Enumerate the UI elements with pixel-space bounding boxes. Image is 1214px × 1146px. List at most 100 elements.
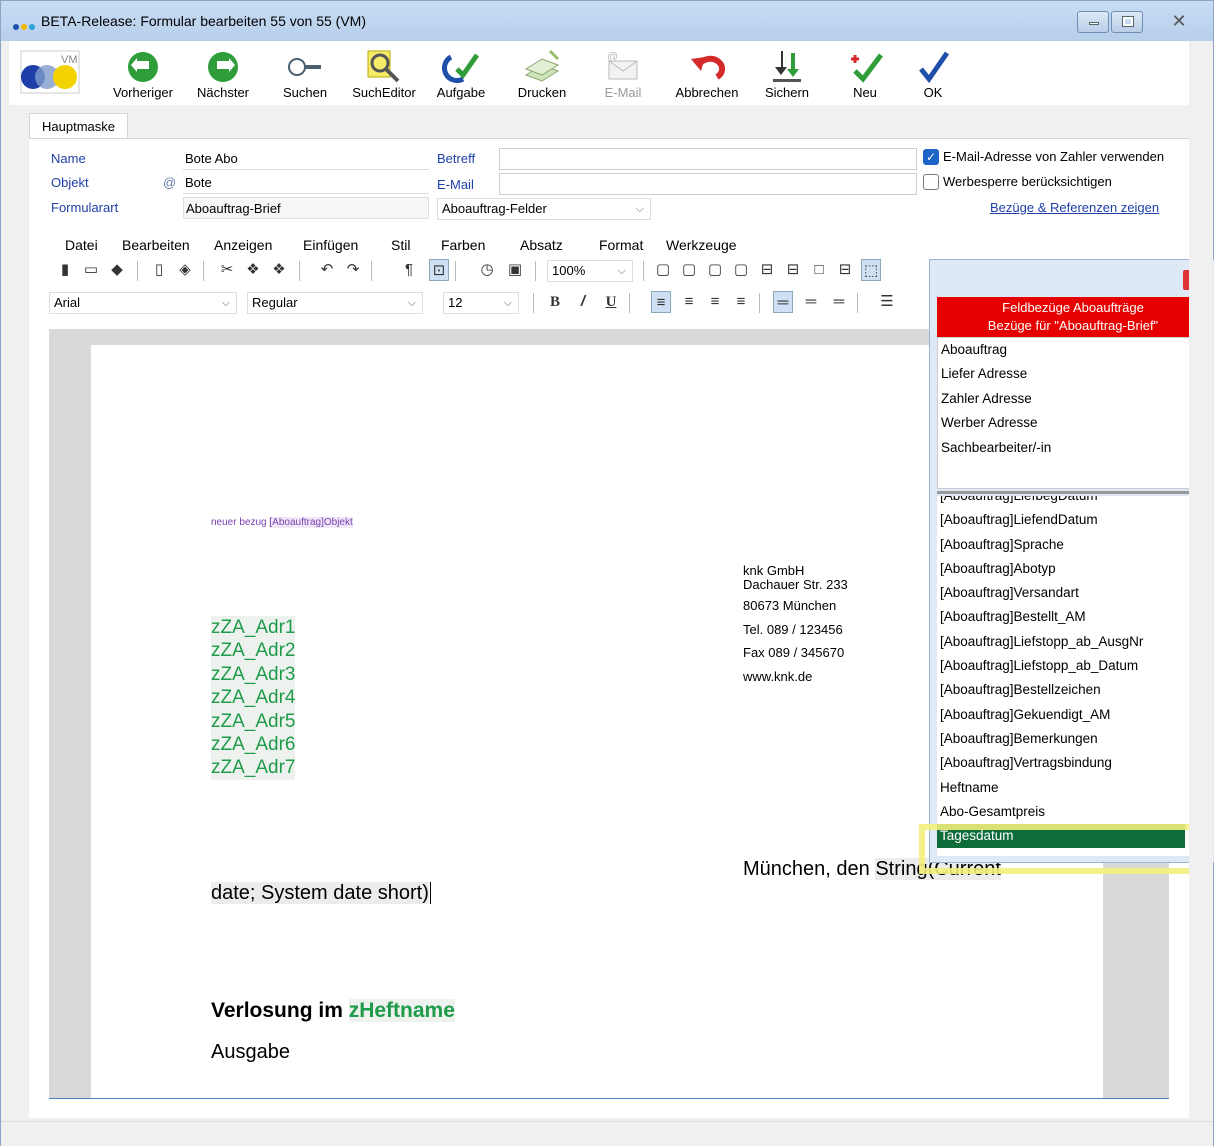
border-inner-h-icon[interactable]: ⊟ <box>757 259 777 281</box>
border-bottom-icon[interactable]: ▢ <box>731 259 751 281</box>
use-payer-email-checkbox[interactable]: ✓ <box>923 149 939 165</box>
menu-stil[interactable]: Stil <box>391 237 410 253</box>
new-doc-icon[interactable]: ▮ <box>55 259 75 281</box>
border-grid-icon[interactable]: ⊟ <box>835 259 855 281</box>
field-marker-icon[interactable]: ⊡ <box>429 259 449 281</box>
align-left-icon[interactable]: ≡ <box>651 291 671 313</box>
list-item[interactable]: [Aboauftrag]Abotyp <box>937 557 1209 581</box>
border-top-icon[interactable]: ▢ <box>679 259 699 281</box>
object-field[interactable]: Bote <box>183 172 429 194</box>
list-item[interactable]: [Aboauftrag]Liefstopp_ab_Datum <box>937 654 1209 678</box>
date-field-cont[interactable]: date; System date short) <box>211 882 429 904</box>
border-right-icon[interactable]: ▢ <box>705 259 725 281</box>
border-mid-icon[interactable]: ⊟ <box>783 259 803 281</box>
new-ref-tag[interactable]: [Aboauftrag]Objekt <box>269 517 353 528</box>
list-item[interactable]: [Aboauftrag]LiefendDatum <box>937 508 1209 532</box>
next-button[interactable]: Nächster <box>187 41 259 105</box>
border-left-icon[interactable]: ▢ <box>653 259 673 281</box>
address-field[interactable]: zZA_Adr6 <box>211 733 296 757</box>
list-item[interactable]: [Aboauftrag]Versandart <box>937 581 1209 605</box>
list-item[interactable]: Aboauftrag <box>938 338 1208 362</box>
subject-field[interactable] <box>499 148 917 170</box>
zoom-select[interactable]: 100% ⌵ <box>547 260 633 282</box>
refs-link[interactable]: Bezüge & Referenzen zeigen <box>990 200 1159 215</box>
list-item[interactable]: Werber Adresse <box>938 411 1208 435</box>
splitter[interactable] <box>937 491 1209 494</box>
list-item[interactable]: [Aboauftrag]LiefbegDatum <box>937 496 1209 508</box>
ad-block-checkbox[interactable] <box>923 174 939 190</box>
print-preview-icon[interactable]: ▯ <box>149 259 169 281</box>
close-icon[interactable]: ✕ <box>1159 11 1199 33</box>
pilcrow-icon[interactable]: ¶ <box>399 259 419 281</box>
search-editor-button[interactable]: SuchEditor <box>343 41 425 105</box>
ok-button[interactable]: OK <box>909 41 957 105</box>
menu-bearbeiten[interactable]: Bearbeiten <box>122 237 190 253</box>
list-item[interactable]: Liefer Adresse <box>938 362 1208 386</box>
menu-datei[interactable]: Datei <box>65 237 98 253</box>
style-select[interactable]: Regular ⌵ <box>247 292 423 314</box>
undo-icon[interactable]: ↶ <box>317 259 337 281</box>
heading-field[interactable]: zHeftname <box>348 999 455 1022</box>
tab-hauptmaske[interactable]: Hauptmaske <box>29 113 128 139</box>
maximize-button[interactable] <box>1111 11 1143 33</box>
list-item[interactable]: Abo-Gesamtpreis <box>937 800 1209 824</box>
address-field[interactable]: zZA_Adr5 <box>211 709 296 734</box>
paste-icon[interactable]: ❖ <box>269 259 289 281</box>
vm-logo[interactable]: VM <box>17 41 87 105</box>
minimize-button[interactable] <box>1077 11 1109 33</box>
valign-bottom-icon[interactable]: ═ <box>829 291 849 313</box>
previous-button[interactable]: Vorheriger <box>105 41 181 105</box>
address-field[interactable]: zZA_Adr1 <box>211 616 296 640</box>
name-field[interactable]: Bote Abo <box>183 148 429 170</box>
font-select[interactable]: Arial ⌵ <box>49 292 237 314</box>
border-all-icon[interactable]: □ <box>809 259 829 281</box>
address-field[interactable]: zZA_Adr2 <box>211 639 296 663</box>
copy-icon[interactable]: ❖ <box>243 259 263 281</box>
new-button[interactable]: Neu <box>837 41 893 105</box>
menu-werkzeuge[interactable]: Werkzeuge <box>666 237 737 253</box>
save-disk-icon[interactable]: ◆ <box>107 259 127 281</box>
menu-absatz[interactable]: Absatz <box>520 237 563 253</box>
list-item[interactable]: Zahler Adresse <box>938 387 1208 411</box>
print-button[interactable]: Drucken <box>507 41 577 105</box>
email-field[interactable] <box>499 173 917 195</box>
menu-farben[interactable]: Farben <box>441 237 485 253</box>
address-field[interactable]: zZA_Adr3 <box>211 662 296 687</box>
printer-icon[interactable]: ◈ <box>175 259 195 281</box>
calendar-icon[interactable]: ▣ <box>505 259 525 281</box>
list-item[interactable]: [Aboauftrag]Gekuendigt_AM <box>937 703 1209 727</box>
list-item[interactable]: [Aboauftrag]Bestellt_AM <box>937 605 1209 629</box>
list-item[interactable]: [Aboauftrag]Bemerkungen <box>937 727 1209 751</box>
save-button[interactable]: Sichern <box>757 41 817 105</box>
list-item[interactable]: Sachbearbeiter/-in <box>938 436 1208 460</box>
list-item[interactable]: [Aboauftrag]Bestellzeichen <box>937 678 1209 702</box>
valign-middle-icon[interactable]: ═ <box>801 291 821 313</box>
horizontal-scrollbar[interactable] <box>1 1121 1213 1146</box>
list-item[interactable]: [Aboauftrag]Sprache <box>937 533 1209 557</box>
align-center-icon[interactable]: ≡ <box>679 291 699 313</box>
valign-top-icon[interactable]: ═ <box>773 291 793 313</box>
border-none-icon[interactable]: ⬚ <box>861 259 881 281</box>
align-justify-icon[interactable]: ≡ <box>731 291 751 313</box>
fields-select[interactable]: Aboauftrag-Felder ⌵ <box>437 198 651 220</box>
align-right-icon[interactable]: ≡ <box>705 291 725 313</box>
list-icon[interactable]: ☰ <box>877 291 897 313</box>
clock-icon[interactable]: ◷ <box>477 259 497 281</box>
menu-format[interactable]: Format <box>599 237 643 253</box>
open-folder-icon[interactable]: ▭ <box>81 259 101 281</box>
address-field[interactable]: zZA_Adr7 <box>211 756 296 780</box>
italic-icon[interactable]: / <box>573 291 593 313</box>
address-field[interactable]: zZA_Adr4 <box>211 686 296 710</box>
email-button[interactable]: @ E-Mail <box>591 41 655 105</box>
list-item[interactable]: Heftname <box>937 776 1209 800</box>
cut-icon[interactable]: ✂ <box>217 259 237 281</box>
cancel-button[interactable]: Abbrechen <box>671 41 743 105</box>
menu-einfuegen[interactable]: Einfügen <box>303 237 358 253</box>
underline-icon[interactable]: U <box>601 291 621 313</box>
redo-icon[interactable]: ↷ <box>343 259 363 281</box>
menu-anzeigen[interactable]: Anzeigen <box>214 237 272 253</box>
bold-icon[interactable]: B <box>545 291 565 313</box>
list-item[interactable]: [Aboauftrag]Vertragsbindung <box>937 751 1209 775</box>
list-item[interactable]: [Aboauftrag]Liefstopp_ab_AusgNr <box>937 630 1209 654</box>
task-button[interactable]: Aufgabe <box>429 41 493 105</box>
